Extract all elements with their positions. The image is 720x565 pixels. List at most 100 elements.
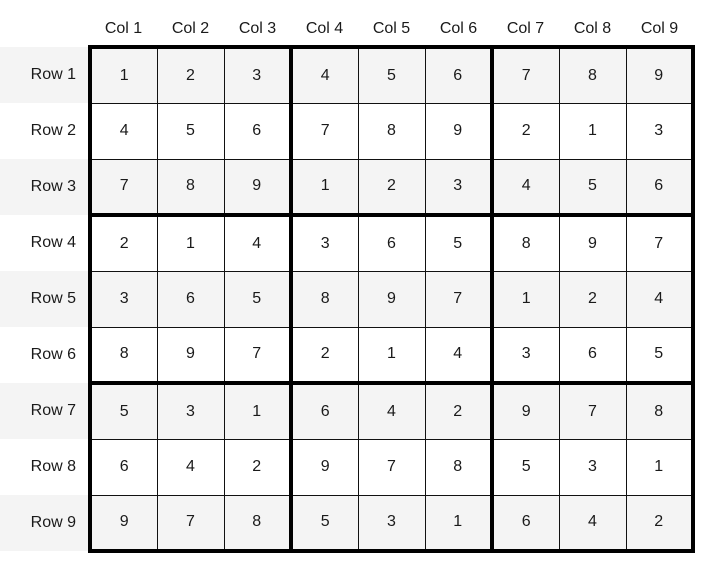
col-header: Col 2 (171, 20, 210, 37)
grid-cell[interactable]: 5 (558, 158, 627, 216)
grid-cell[interactable]: 9 (424, 102, 493, 160)
grid-cell[interactable]: 3 (88, 270, 158, 328)
grid-cell[interactable]: 2 (424, 381, 493, 440)
grid-cell[interactable]: 3 (625, 102, 695, 160)
grid-cell[interactable]: 5 (490, 438, 560, 496)
col-header: Col 9 (640, 20, 679, 37)
grid-cell[interactable]: 8 (490, 213, 560, 272)
grid-cell[interactable]: 6 (490, 494, 560, 553)
grid-cell[interactable]: 4 (156, 438, 225, 496)
table-row: Row 4 214365897 (0, 213, 695, 272)
grid-cell[interactable]: 7 (558, 381, 627, 440)
grid-cell[interactable]: 1 (223, 381, 292, 440)
grid-cell[interactable]: 4 (625, 270, 695, 328)
grid-cell[interactable]: 1 (88, 45, 158, 104)
header-row: Col 1 Col 2 Col 3 Col 4 Col 5 Col 6 Col … (0, 13, 693, 47)
grid-cell[interactable]: 1 (558, 102, 627, 160)
grid-cell[interactable]: 7 (424, 270, 493, 328)
row-header: Row 6 (30, 346, 76, 363)
grid-cell[interactable]: 9 (558, 213, 627, 272)
grid-cell[interactable]: 2 (625, 494, 695, 553)
grid-cell[interactable]: 4 (558, 494, 627, 553)
col-header: Col 7 (506, 20, 545, 37)
grid-cell[interactable]: 7 (88, 158, 158, 216)
grid-cell[interactable]: 6 (289, 381, 359, 440)
sudoku-grid-table: Col 1 Col 2 Col 3 Col 4 Col 5 Col 6 Col … (0, 13, 695, 553)
grid-cell[interactable]: 5 (289, 494, 359, 553)
grid-cell[interactable]: 4 (223, 213, 292, 272)
grid-cell[interactable]: 6 (558, 326, 627, 384)
grid-cell[interactable]: 7 (289, 102, 359, 160)
table-row: Row 3789123456 (0, 158, 695, 216)
grid-cell[interactable]: 6 (156, 270, 225, 328)
grid-cell[interactable]: 2 (357, 158, 426, 216)
grid-cell[interactable]: 3 (424, 158, 493, 216)
grid-cell[interactable]: 1 (424, 494, 493, 553)
grid-cell[interactable]: 3 (156, 381, 225, 440)
grid-cell[interactable]: 7 (357, 438, 426, 496)
grid-cell[interactable]: 7 (625, 213, 695, 272)
grid-cell[interactable]: 5 (625, 326, 695, 384)
grid-cell[interactable]: 3 (490, 326, 560, 384)
grid-cell[interactable]: 5 (88, 381, 158, 440)
row-header: Row 2 (30, 122, 76, 139)
grid-cell[interactable]: 8 (88, 326, 158, 384)
grid-cell[interactable]: 3 (289, 213, 359, 272)
grid-cell[interactable]: 7 (156, 494, 225, 553)
grid-cell[interactable]: 6 (424, 45, 493, 104)
grid-cell[interactable]: 1 (490, 270, 560, 328)
grid-cell[interactable]: 3 (558, 438, 627, 496)
grid-cell[interactable]: 2 (490, 102, 560, 160)
grid-cell[interactable]: 5 (357, 45, 426, 104)
row-header: Row 1 (0, 47, 90, 103)
grid-cell[interactable]: 6 (625, 158, 695, 216)
grid-cell[interactable]: 2 (558, 270, 627, 328)
grid-cell[interactable]: 9 (625, 45, 695, 104)
grid-cell[interactable]: 9 (223, 158, 292, 216)
grid-cell[interactable]: 4 (289, 45, 359, 104)
grid-cell[interactable]: 1 (357, 326, 426, 384)
grid-cell[interactable]: 4 (490, 158, 560, 216)
grid-cell[interactable]: 8 (223, 494, 292, 553)
col-header: Col 4 (305, 20, 344, 37)
grid-cell[interactable]: 2 (289, 326, 359, 384)
corner-cell (0, 13, 90, 47)
grid-cell[interactable]: 9 (357, 270, 426, 328)
grid-cell[interactable]: 3 (357, 494, 426, 553)
col-header: Col 6 (439, 20, 478, 37)
grid-cell[interactable]: 7 (490, 45, 560, 104)
grid-cell[interactable]: 8 (424, 438, 493, 496)
grid-cell[interactable]: 1 (156, 213, 225, 272)
grid-cell[interactable]: 9 (289, 438, 359, 496)
grid-cell[interactable]: 6 (223, 102, 292, 160)
grid-cell[interactable]: 4 (357, 381, 426, 440)
grid-cell[interactable]: 2 (223, 438, 292, 496)
grid-cell[interactable]: 6 (88, 438, 158, 496)
grid-cell[interactable]: 9 (490, 381, 560, 440)
grid-cell[interactable]: 2 (88, 213, 158, 272)
grid-cell[interactable]: 6 (357, 213, 426, 272)
grid-cell[interactable]: 8 (156, 158, 225, 216)
grid-cell[interactable]: 8 (558, 45, 627, 104)
col-header: Col 1 (104, 20, 143, 37)
table-row: Row 5365897124 (0, 270, 695, 328)
grid-cell[interactable]: 4 (424, 326, 493, 384)
grid-cell[interactable]: 7 (223, 326, 292, 384)
grid-cell[interactable]: 8 (625, 381, 695, 440)
col-header: Col 8 (573, 20, 612, 37)
grid-cell[interactable]: 1 (289, 158, 359, 216)
row-header: Row 5 (0, 271, 90, 327)
grid-cell[interactable]: 8 (357, 102, 426, 160)
grid-cell[interactable]: 4 (88, 102, 158, 160)
grid-cell[interactable]: 5 (156, 102, 225, 160)
grid-cell[interactable]: 2 (156, 45, 225, 104)
grid-cell[interactable]: 3 (223, 45, 292, 104)
grid-cell[interactable]: 9 (156, 326, 225, 384)
grid-cell[interactable]: 1 (625, 438, 695, 496)
grid-cell[interactable]: 8 (289, 270, 359, 328)
grid-cell[interactable]: 9 (88, 494, 158, 553)
col-header: Col 5 (372, 20, 411, 37)
grid-cell[interactable]: 5 (223, 270, 292, 328)
grid-cell[interactable]: 5 (424, 213, 493, 272)
row-header: Row 7 (0, 383, 90, 439)
